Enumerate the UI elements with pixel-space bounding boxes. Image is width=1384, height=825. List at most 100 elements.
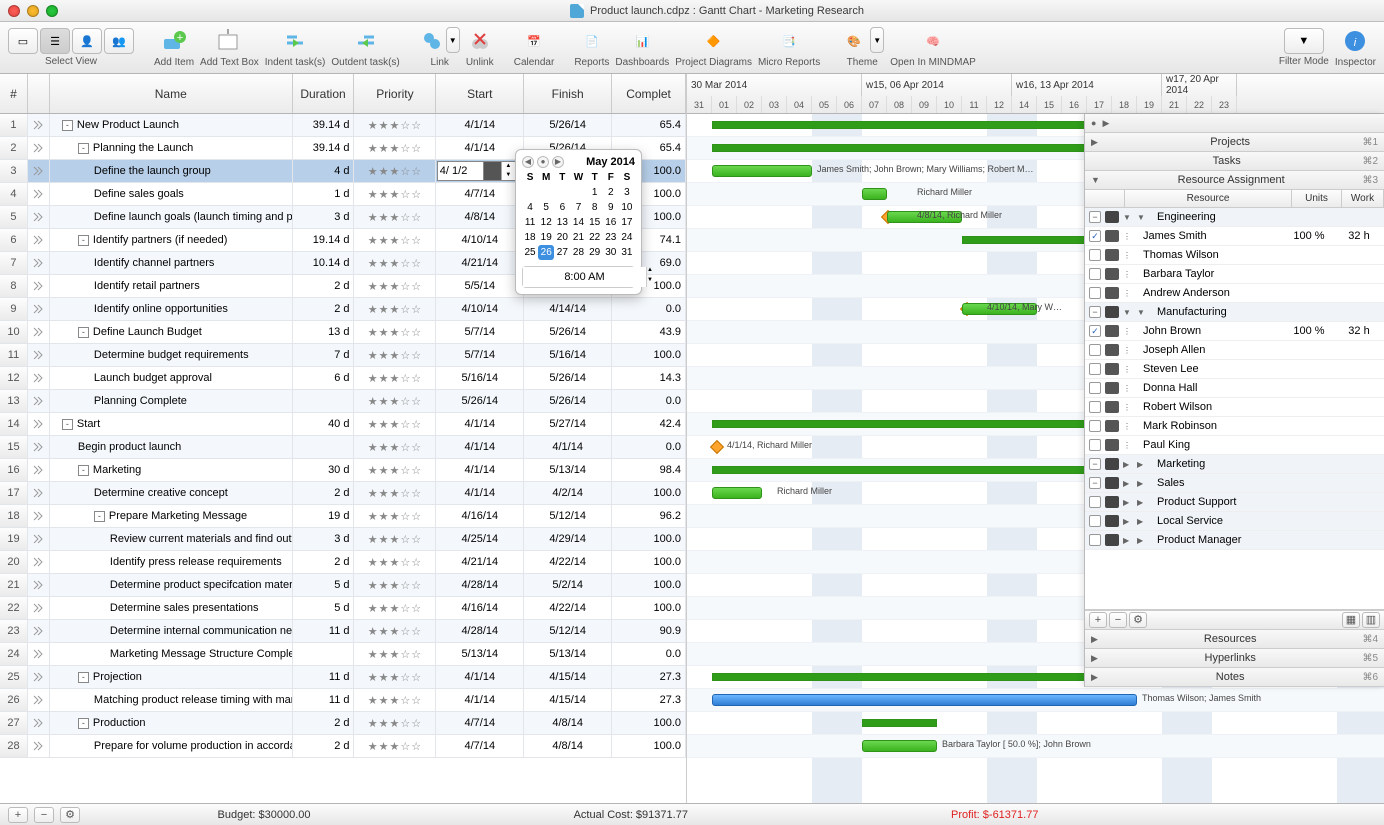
reports-button[interactable]: 📄 bbox=[578, 27, 606, 55]
start-cell[interactable]: 4/7/14 bbox=[436, 183, 524, 205]
resource-checkbox[interactable] bbox=[1089, 306, 1101, 318]
duration-cell[interactable]: 2 d bbox=[293, 482, 355, 504]
duration-cell[interactable]: 11 d bbox=[293, 666, 355, 688]
start-cell[interactable]: 4/28/14 bbox=[436, 620, 524, 642]
disclosure-icon[interactable]: ▼ bbox=[1123, 213, 1133, 222]
calendar-day[interactable]: 3 bbox=[619, 185, 635, 200]
calendar-day[interactable]: 22 bbox=[587, 230, 603, 245]
task-row[interactable]: 22 Determine sales presentations 5 d ★★★… bbox=[0, 597, 686, 620]
complete-cell[interactable]: 0.0 bbox=[612, 390, 686, 412]
start-cell[interactable]: 5/13/14 bbox=[436, 643, 524, 665]
task-name-cell[interactable]: Review current materials and find out ne… bbox=[50, 528, 293, 550]
dashboards-button[interactable]: 📊 bbox=[628, 27, 656, 55]
complete-cell[interactable]: 100.0 bbox=[612, 597, 686, 619]
priority-cell[interactable]: ★★★☆☆ bbox=[354, 206, 436, 228]
resource-checkbox[interactable] bbox=[1089, 230, 1101, 242]
priority-cell[interactable]: ★★★☆☆ bbox=[354, 689, 436, 711]
view-resource-button[interactable]: 👥 bbox=[104, 28, 134, 54]
col-start[interactable]: Start bbox=[436, 74, 524, 113]
complete-cell[interactable]: 27.3 bbox=[612, 689, 686, 711]
duration-cell[interactable]: 5 d bbox=[293, 597, 355, 619]
resource-list[interactable]: ▼▼Engineering⋮James Smith100 %32 h⋮Thoma… bbox=[1085, 208, 1384, 550]
priority-cell[interactable]: ★★★☆☆ bbox=[354, 183, 436, 205]
start-cell[interactable]: 4/10/14 bbox=[436, 298, 524, 320]
disclosure-icon[interactable]: ⋮ bbox=[1123, 289, 1133, 298]
col-indicator[interactable] bbox=[28, 74, 50, 113]
time-up[interactable]: ▲ bbox=[647, 267, 653, 277]
task-name-cell[interactable]: Identify press release requirements bbox=[50, 551, 293, 573]
disclosure-icon[interactable]: ⋮ bbox=[1123, 384, 1133, 393]
resource-checkbox[interactable] bbox=[1089, 420, 1101, 432]
resource-item[interactable]: ⋮Barbara Taylor bbox=[1085, 265, 1384, 284]
cal-prev-button[interactable]: ◀ bbox=[522, 156, 534, 168]
view-list-button[interactable]: ▭ bbox=[8, 28, 38, 54]
duration-cell[interactable]: 3 d bbox=[293, 206, 355, 228]
date-down[interactable]: ▼ bbox=[502, 171, 515, 180]
priority-cell[interactable]: ★★★☆☆ bbox=[354, 551, 436, 573]
theme-button[interactable]: 🎨 bbox=[840, 27, 868, 55]
start-cell[interactable]: 4/16/14 bbox=[436, 597, 524, 619]
disclosure-icon[interactable]: ⋮ bbox=[1123, 251, 1133, 260]
col-name[interactable]: Name bbox=[50, 74, 293, 113]
task-row[interactable]: 18 -Prepare Marketing Message 19 d ★★★☆☆… bbox=[0, 505, 686, 528]
disclosure-icon[interactable]: ▶ bbox=[1123, 460, 1133, 469]
duration-cell[interactable]: 7 d bbox=[293, 344, 355, 366]
start-cell[interactable]: 4/1/14 bbox=[436, 666, 524, 688]
disclosure-icon[interactable]: ⋮ bbox=[1123, 346, 1133, 355]
resource-item[interactable]: ⋮James Smith100 %32 h bbox=[1085, 227, 1384, 246]
resource-group[interactable]: ▶▶Sales bbox=[1085, 474, 1384, 493]
start-cell[interactable]: 4/7/14 bbox=[436, 712, 524, 734]
cal-next-button[interactable]: ▶ bbox=[552, 156, 564, 168]
resource-view2-button[interactable]: ▥ bbox=[1362, 612, 1380, 628]
remove-resource-button[interactable]: − bbox=[1109, 612, 1127, 628]
start-cell[interactable]: 4/1/14 bbox=[436, 137, 524, 159]
resource-group[interactable]: ▶▶Marketing bbox=[1085, 455, 1384, 474]
diagrams-button[interactable]: 🔶 bbox=[700, 27, 728, 55]
link-dropdown[interactable]: ▼ bbox=[446, 27, 460, 53]
task-name-cell[interactable]: Determine internal communication needs bbox=[50, 620, 293, 642]
inspector-start-row[interactable]: ● ▶ bbox=[1085, 114, 1384, 133]
finish-cell[interactable]: 5/12/14 bbox=[524, 620, 612, 642]
priority-cell[interactable]: ★★★☆☆ bbox=[354, 390, 436, 412]
resource-item[interactable]: ⋮Joseph Allen bbox=[1085, 341, 1384, 360]
start-cell[interactable]: 4/10/14 bbox=[436, 229, 524, 251]
duration-cell[interactable] bbox=[293, 643, 355, 665]
resource-checkbox[interactable] bbox=[1089, 382, 1101, 394]
start-cell[interactable]: 4/1/14 bbox=[436, 114, 524, 136]
sb-settings-button[interactable]: ⚙ bbox=[60, 807, 80, 823]
calendar-button[interactable]: 📅 bbox=[520, 27, 548, 55]
calendar-day[interactable]: 27 bbox=[554, 245, 570, 260]
start-cell[interactable]: 5/7/14 bbox=[436, 344, 524, 366]
complete-cell[interactable]: 100.0 bbox=[612, 735, 686, 757]
complete-cell[interactable]: 100.0 bbox=[612, 712, 686, 734]
task-name-cell[interactable]: Determine sales presentations bbox=[50, 597, 293, 619]
finish-cell[interactable]: 4/15/14 bbox=[524, 666, 612, 688]
complete-cell[interactable]: 100.0 bbox=[612, 344, 686, 366]
duration-cell[interactable]: 5 d bbox=[293, 574, 355, 596]
finish-cell[interactable]: 4/8/14 bbox=[524, 712, 612, 734]
finish-cell[interactable]: 5/12/14 bbox=[524, 505, 612, 527]
disclosure-icon[interactable]: ▶ bbox=[1123, 498, 1133, 507]
duration-cell[interactable]: 2 d bbox=[293, 735, 355, 757]
task-name-cell[interactable]: Identify online opportunities bbox=[50, 298, 293, 320]
resource-item[interactable]: ⋮Andrew Anderson bbox=[1085, 284, 1384, 303]
priority-cell[interactable]: ★★★☆☆ bbox=[354, 459, 436, 481]
inspector-section[interactable]: Tasks⌘2 bbox=[1085, 152, 1384, 171]
task-name-cell[interactable]: Marketing Message Structure Complete bbox=[50, 643, 293, 665]
resource-view1-button[interactable]: ▦ bbox=[1342, 612, 1360, 628]
duration-cell[interactable]: 3 d bbox=[293, 528, 355, 550]
calendar-day[interactable]: 16 bbox=[603, 215, 619, 230]
duration-cell[interactable]: 2 d bbox=[293, 298, 355, 320]
resource-item[interactable]: ⋮Paul King bbox=[1085, 436, 1384, 455]
task-row[interactable]: 11 Determine budget requirements 7 d ★★★… bbox=[0, 344, 686, 367]
resource-checkbox[interactable] bbox=[1089, 287, 1101, 299]
complete-cell[interactable]: 27.3 bbox=[612, 666, 686, 688]
resource-checkbox[interactable] bbox=[1089, 477, 1101, 489]
priority-cell[interactable]: ★★★☆☆ bbox=[354, 413, 436, 435]
resource-group[interactable]: ▶▶Product Manager bbox=[1085, 531, 1384, 550]
disclosure-icon[interactable]: ⋮ bbox=[1123, 365, 1133, 374]
task-name-cell[interactable]: -Identify partners (if needed) bbox=[50, 229, 293, 251]
calendar-day[interactable]: 8 bbox=[587, 200, 603, 215]
col-number[interactable]: # bbox=[0, 74, 28, 113]
time-field[interactable] bbox=[523, 267, 646, 287]
